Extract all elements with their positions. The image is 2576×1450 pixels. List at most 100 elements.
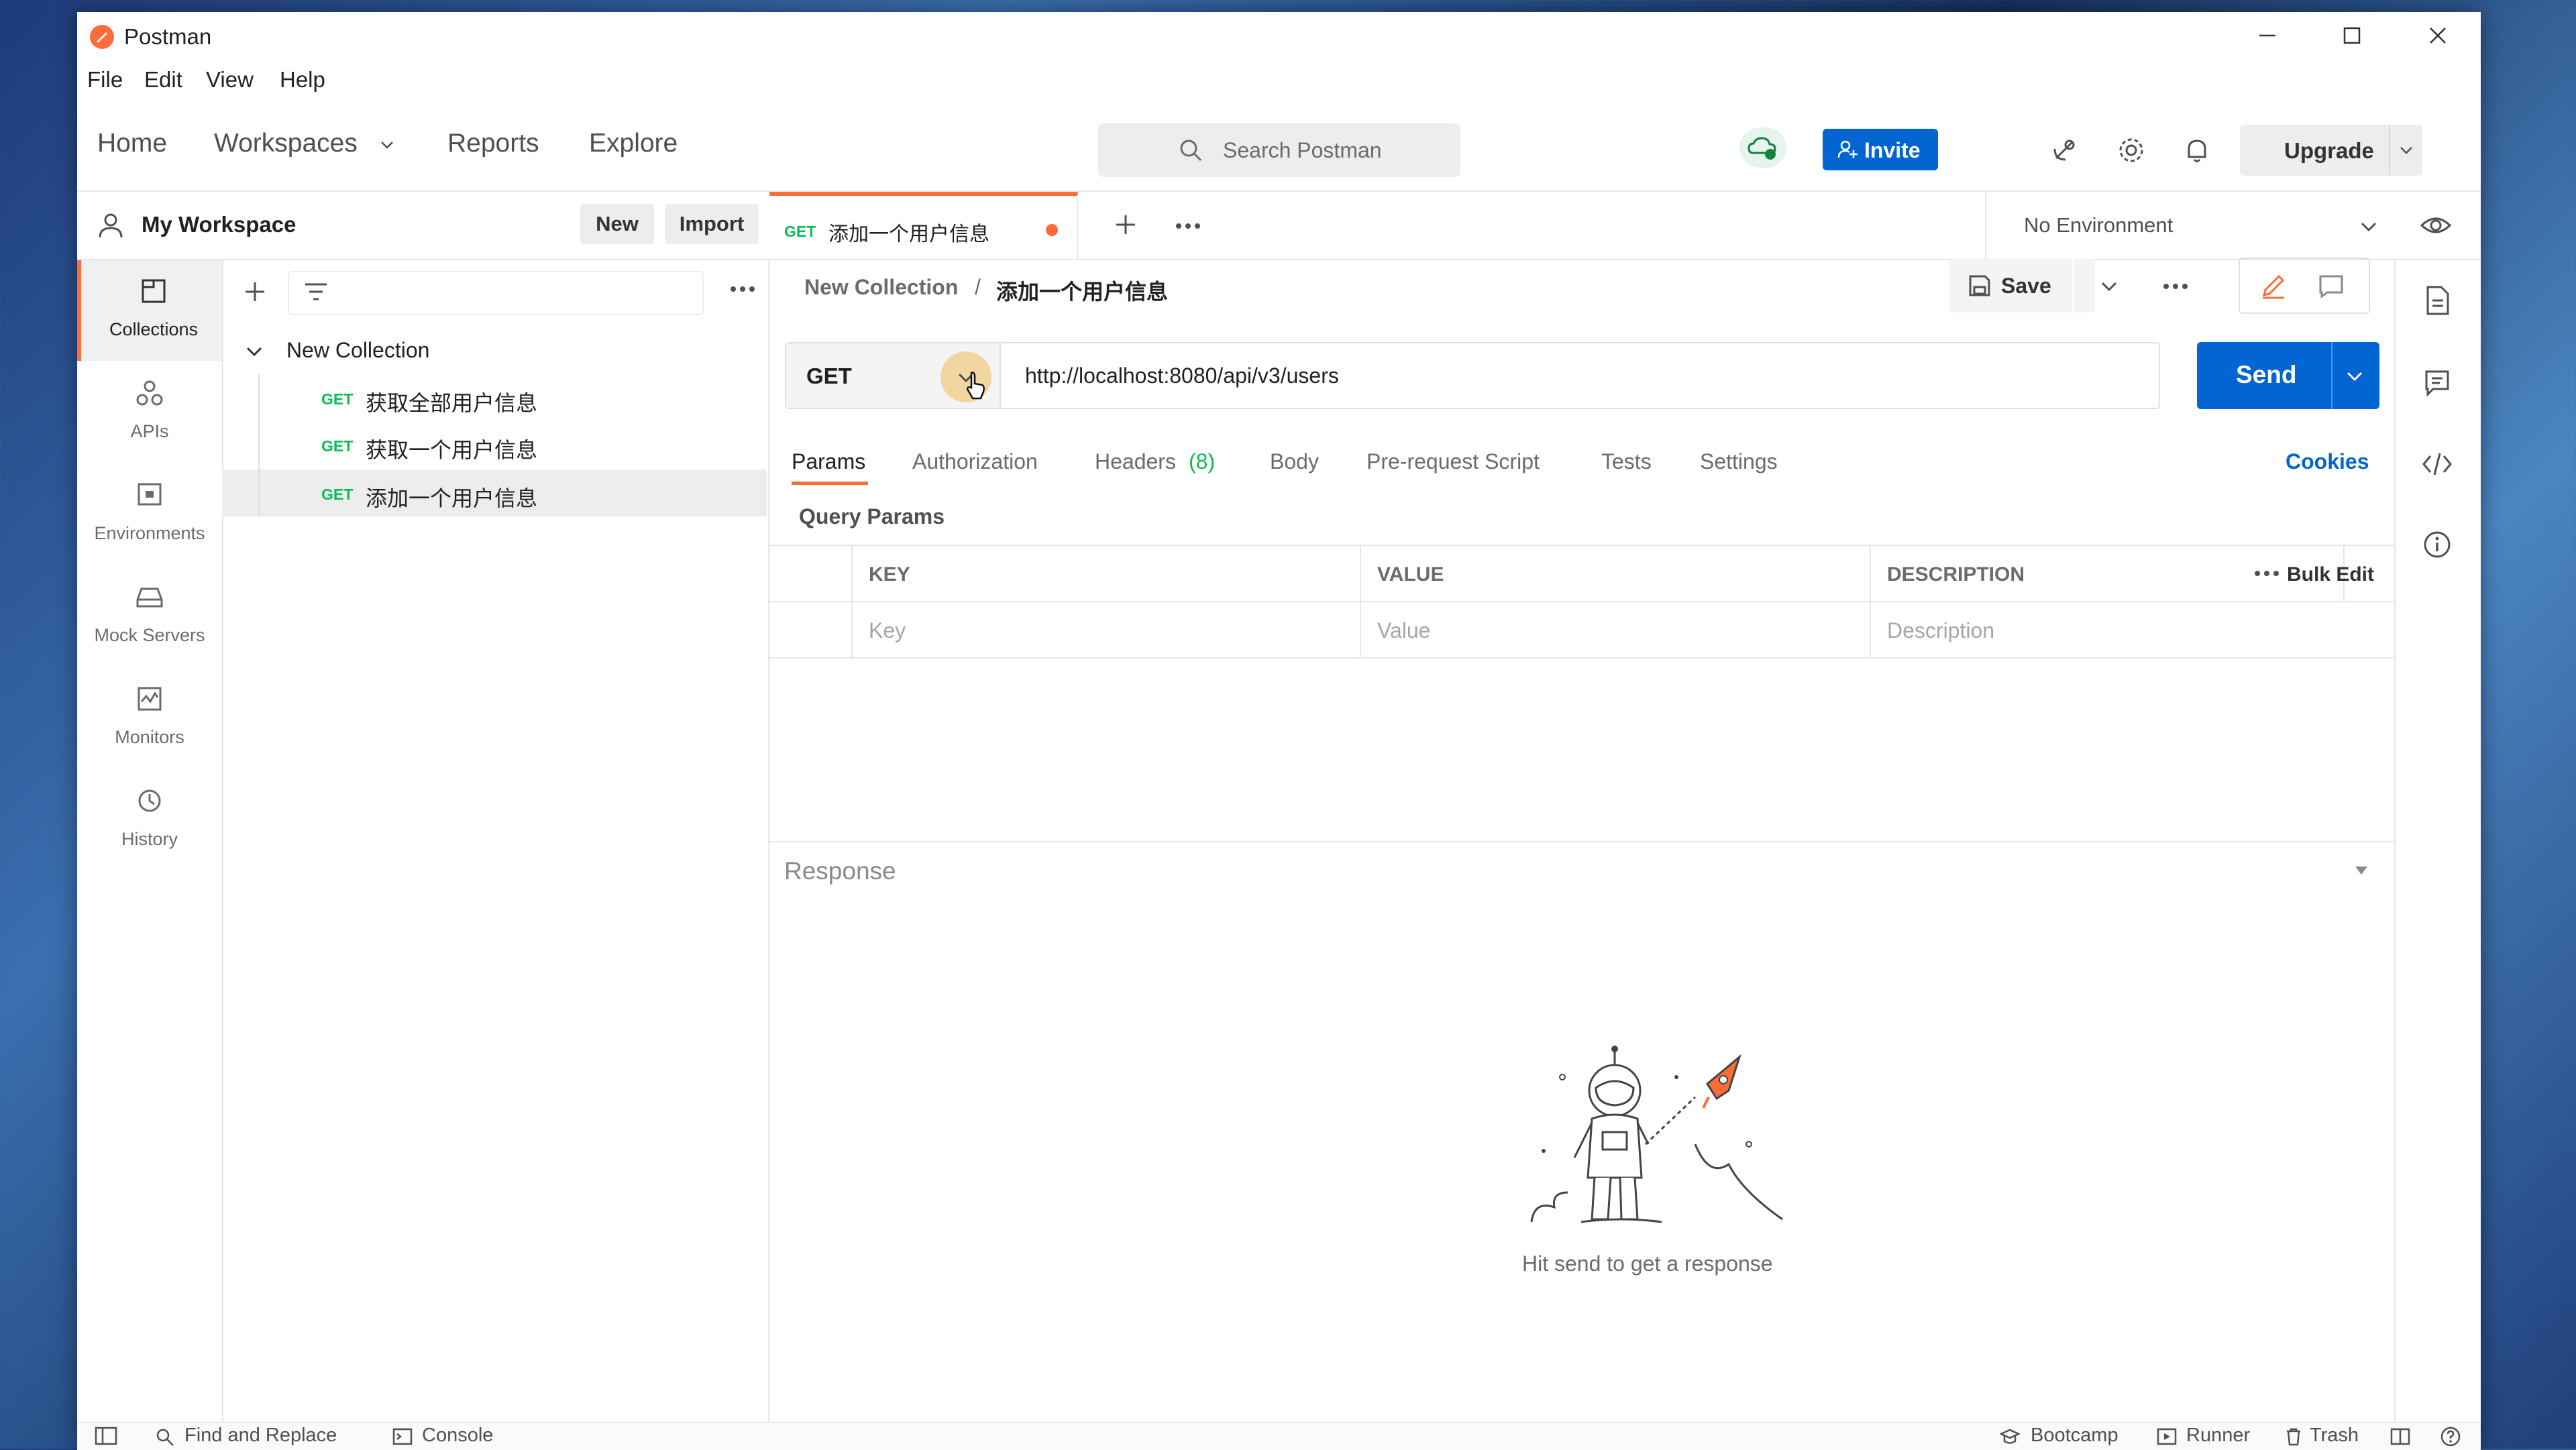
tab-more-icon[interactable] — [1175, 221, 1201, 231]
add-collection-icon[interactable] — [242, 279, 268, 304]
code-icon[interactable] — [2421, 449, 2453, 479]
chevron-down-icon[interactable] — [379, 137, 395, 153]
edit-pencil-icon[interactable] — [2259, 271, 2288, 300]
close-icon[interactable] — [2428, 25, 2448, 46]
workspace-name[interactable]: My Workspace — [142, 212, 296, 237]
sidebar-item-environments[interactable]: Environments — [77, 464, 222, 565]
upgrade-button[interactable]: Upgrade — [2240, 125, 2422, 176]
menu-help[interactable]: Help — [280, 67, 325, 93]
method-badge: GET — [321, 390, 354, 408]
tab-headers[interactable]: Headers — [1095, 449, 1176, 474]
documentation-icon[interactable] — [2422, 284, 2452, 317]
sidebar-item-mock-servers[interactable]: Mock Servers — [77, 566, 222, 667]
more-options-icon[interactable] — [729, 284, 756, 294]
trash-button[interactable]: Trash — [2310, 1425, 2359, 1447]
upgrade-label: Upgrade — [2284, 138, 2374, 163]
search-box[interactable]: Search Postman — [1098, 123, 1460, 177]
comments-icon[interactable] — [2422, 368, 2452, 397]
sidebar-item-collections[interactable]: Collections — [77, 260, 222, 361]
save-icon — [1968, 274, 1992, 298]
tree-request-item[interactable]: GET 获取一个用户信息 — [222, 421, 767, 468]
description-input[interactable]: Description — [1887, 618, 1994, 643]
breadcrumb-collection[interactable]: New Collection — [804, 275, 958, 300]
environment-selector[interactable]: No Environment — [1985, 192, 2394, 259]
nav-workspaces[interactable]: Workspaces — [214, 129, 358, 158]
sidebar-item-monitors[interactable]: Monitors — [77, 668, 222, 769]
runner-icon — [2157, 1427, 2177, 1446]
new-tab-icon[interactable] — [1113, 212, 1138, 237]
column-header-key: KEY — [869, 563, 910, 585]
tab-authorization[interactable]: Authorization — [912, 449, 1038, 474]
breadcrumb-separator: / — [975, 275, 981, 299]
nav-reports[interactable]: Reports — [447, 129, 539, 158]
tab-body[interactable]: Body — [1270, 449, 1319, 474]
info-icon[interactable] — [2422, 530, 2452, 559]
headers-count-badge: (8) — [1189, 449, 1216, 473]
save-label: Save — [2001, 274, 2051, 298]
toggle-sidebar-icon[interactable] — [95, 1426, 117, 1446]
collapse-triangle-icon[interactable] — [2354, 865, 2369, 876]
console-button[interactable]: Console — [422, 1425, 493, 1447]
two-pane-icon[interactable] — [2390, 1427, 2410, 1446]
key-input[interactable]: Key — [869, 618, 906, 643]
sidebar: Collections APIs Environments Mock Serve… — [77, 260, 223, 1422]
help-icon[interactable] — [2440, 1426, 2461, 1447]
search-icon — [1179, 138, 1203, 162]
sidebar-item-label: History — [121, 829, 178, 849]
bootcamp-button[interactable]: Bootcamp — [2031, 1425, 2118, 1447]
tab-tests[interactable]: Tests — [1601, 449, 1652, 474]
comment-view-icon[interactable] — [2316, 271, 2346, 300]
settings-gear-icon[interactable] — [2116, 135, 2146, 165]
tab-params[interactable]: Params — [792, 449, 865, 474]
chevron-down-icon[interactable] — [2398, 142, 2414, 158]
maximize-icon[interactable] — [2342, 25, 2362, 46]
monitors-icon — [135, 684, 164, 714]
cookies-link[interactable]: Cookies — [2286, 449, 2369, 474]
import-button[interactable]: Import — [665, 204, 759, 244]
satellite-icon[interactable] — [2049, 135, 2079, 165]
tab-active-request[interactable]: GET 添加一个用户信息 — [769, 192, 1078, 259]
request-more-icon[interactable] — [2162, 282, 2189, 291]
find-replace-button[interactable]: Find and Replace — [184, 1425, 337, 1447]
menu-file[interactable]: File — [87, 67, 123, 93]
eye-icon[interactable] — [2420, 211, 2452, 240]
tree-request-item[interactable]: GET 获取全部用户信息 — [222, 374, 767, 421]
menu-edit[interactable]: Edit — [144, 67, 182, 93]
filter-input[interactable] — [288, 271, 704, 315]
chevron-down-icon[interactable] — [2346, 368, 2363, 385]
new-button[interactable]: New — [580, 204, 654, 244]
invite-button[interactable]: Invite — [1823, 129, 1938, 170]
sidebar-item-label: Environments — [94, 523, 205, 543]
nav-home[interactable]: Home — [97, 129, 167, 158]
save-button[interactable]: Save — [1949, 259, 2095, 313]
chevron-down-icon[interactable] — [2359, 217, 2378, 236]
runner-button[interactable]: Runner — [2186, 1425, 2250, 1447]
menu-view[interactable]: View — [206, 67, 254, 93]
notification-bell-icon[interactable] — [2182, 135, 2212, 165]
table-more-icon[interactable] — [2253, 569, 2280, 578]
value-input[interactable]: Value — [1377, 618, 1430, 643]
sync-cloud-icon[interactable] — [1739, 127, 1786, 168]
sidebar-item-label: Collections — [109, 319, 199, 339]
request-tabs-bar: GET 添加一个用户信息 No Environment — [769, 192, 2481, 260]
method-selector[interactable]: GET — [786, 343, 1001, 408]
tab-prerequest-script[interactable]: Pre-request Script — [1366, 449, 1540, 474]
chevron-down-icon[interactable] — [245, 342, 264, 361]
send-button[interactable]: Send — [2197, 342, 2379, 409]
query-params-table: KEY VALUE DESCRIPTION Bulk Edit Key Valu… — [769, 545, 2394, 659]
url-input[interactable]: http://localhost:8080/api/v3/users — [1025, 364, 1339, 388]
chevron-down-icon[interactable] — [2100, 278, 2118, 295]
sidebar-item-apis[interactable]: APIs — [77, 362, 222, 463]
sidebar-item-history[interactable]: History — [77, 770, 222, 871]
sidebar-item-label: Monitors — [115, 727, 184, 747]
tree-request-item-selected[interactable]: GET 添加一个用户信息 — [222, 469, 767, 516]
collection-row[interactable]: New Collection — [222, 327, 767, 374]
bulk-edit-button[interactable]: Bulk Edit — [2287, 563, 2374, 586]
query-params-title: Query Params — [799, 504, 945, 528]
mouse-cursor-icon — [963, 370, 990, 401]
history-icon — [135, 786, 164, 816]
tab-settings[interactable]: Settings — [1700, 449, 1778, 474]
search-placeholder: Search Postman — [1223, 138, 1382, 162]
minimize-icon[interactable] — [2257, 25, 2277, 46]
nav-explore[interactable]: Explore — [589, 129, 678, 158]
